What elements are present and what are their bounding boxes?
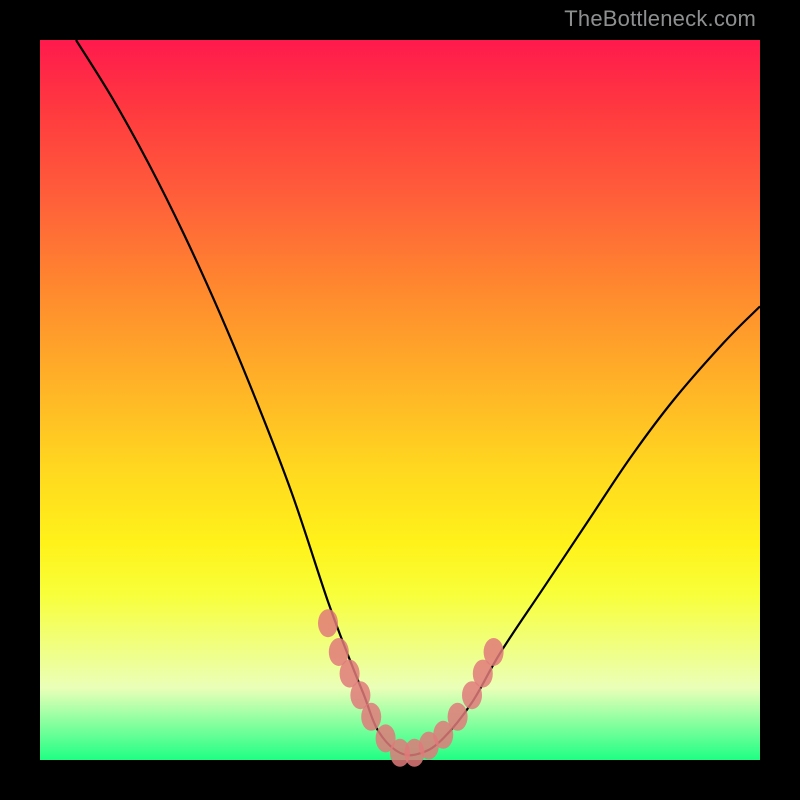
curve-line <box>76 40 760 755</box>
plot-area <box>40 40 760 760</box>
chart-svg <box>40 40 760 760</box>
highlight-marker <box>361 703 381 731</box>
chart-frame: TheBottleneck.com <box>0 0 800 800</box>
highlight-marker <box>318 609 338 637</box>
highlight-marker <box>448 703 468 731</box>
marker-group <box>318 609 504 767</box>
highlight-marker <box>484 638 504 666</box>
watermark-label: TheBottleneck.com <box>564 6 756 32</box>
